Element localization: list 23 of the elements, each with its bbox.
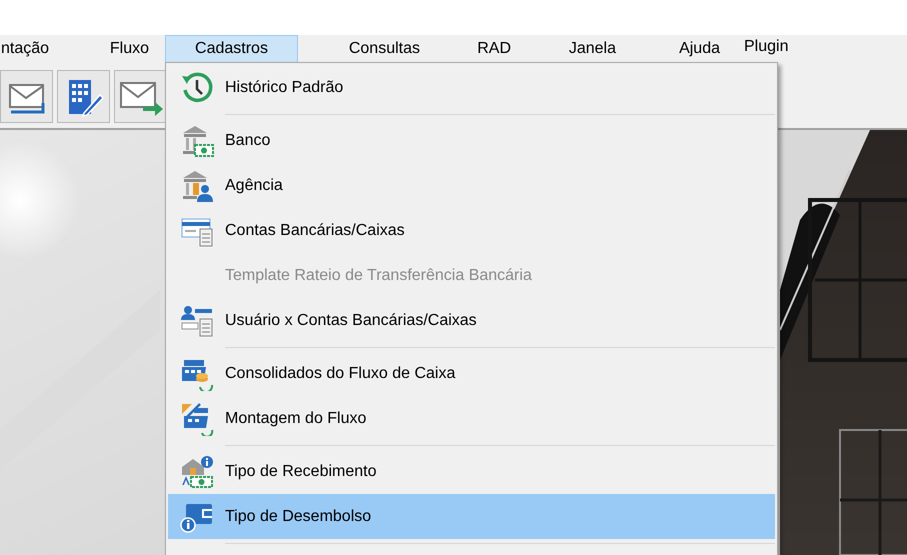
menu-item[interactable]: Ajuda <box>648 35 740 63</box>
menu-entry[interactable]: Montagem do Fluxo <box>168 396 775 441</box>
menu-item[interactable]: ntação <box>0 35 56 63</box>
menu-entry[interactable]: Agência <box>168 163 775 208</box>
envelope-button[interactable] <box>0 70 53 123</box>
menu-entry[interactable]: Banco <box>168 118 775 163</box>
menu-item[interactable]: RAD <box>468 35 548 63</box>
menu-entry[interactable]: Contas Bancárias/Caixas <box>168 208 775 253</box>
user-card-icon <box>180 304 214 338</box>
send-mail-button[interactable] <box>114 70 167 123</box>
menu-item[interactable]: Fluxo <box>56 35 165 63</box>
menu-entry[interactable]: Consolidados do Fluxo de Caixa <box>168 351 775 396</box>
menu-item[interactable]: Consultas <box>298 35 468 63</box>
house-money-info-icon <box>180 454 214 488</box>
menu-entry[interactable]: Tipo de Desembolso <box>168 494 775 539</box>
menu-entry[interactable]: Usuário x Contas Bancárias/Caixas <box>168 298 775 343</box>
building-edit-button[interactable] <box>57 70 110 123</box>
menu-item[interactable]: Cadastros <box>165 35 298 63</box>
calculator-ruler-icon <box>180 402 214 436</box>
menu-entry[interactable]: Tipo de Recebimento <box>168 449 775 494</box>
history-icon <box>180 70 214 104</box>
menu-item[interactable]: Plugin <box>740 35 820 63</box>
menu-item[interactable]: Janela <box>548 35 648 63</box>
